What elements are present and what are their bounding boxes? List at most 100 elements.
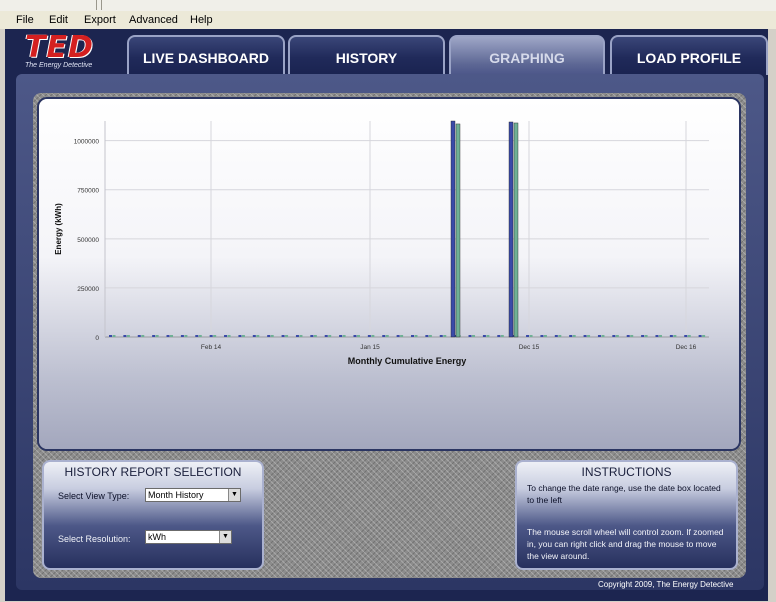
x-axis-title: Monthly Cumulative Energy xyxy=(348,356,467,366)
bar-baseline-series1 xyxy=(641,335,645,337)
tab-load-profile[interactable]: LOAD PROFILE xyxy=(610,35,768,75)
bar-baseline-series1 xyxy=(583,335,587,337)
x-tick-label: Feb 14 xyxy=(201,344,222,351)
bar-baseline-series1 xyxy=(367,335,371,337)
bar-baseline-series1 xyxy=(411,335,414,337)
bar-baseline-series1 xyxy=(425,335,429,337)
tab-graphing[interactable]: GRAPHING xyxy=(449,35,605,76)
chevron-down-icon[interactable]: ▼ xyxy=(219,531,231,543)
menu-export[interactable]: Export xyxy=(84,14,116,26)
bar-baseline-series1 xyxy=(109,335,112,337)
bar-baseline-series1 xyxy=(137,335,141,337)
view-type-label: Select View Type: xyxy=(58,491,130,501)
resolution-value: kWh xyxy=(148,532,166,542)
bar-baseline-series2 xyxy=(356,335,360,337)
bar-spike-series2 xyxy=(455,123,461,338)
bar-baseline-series2 xyxy=(155,335,159,337)
bar-baseline-series1 xyxy=(353,335,357,337)
bar-spike-series1 xyxy=(508,121,514,338)
bar-baseline-series1 xyxy=(295,335,299,337)
chart-grid xyxy=(104,121,709,338)
y-tick-label: 0 xyxy=(95,335,99,342)
bar-baseline-series2 xyxy=(673,335,677,337)
instructions-text-date: To change the date range, use the date b… xyxy=(527,483,721,505)
bar-baseline-series2 xyxy=(601,335,605,337)
bar-baseline-series1 xyxy=(166,335,170,337)
x-tick-label: Jan 15 xyxy=(360,344,380,351)
history-report-panel: HISTORY REPORT SELECTION Select View Typ… xyxy=(42,460,264,570)
bar-baseline-series2 xyxy=(241,335,245,337)
bar-baseline-series1 xyxy=(482,335,486,337)
menu-help[interactable]: Help xyxy=(190,14,213,26)
chart-panel[interactable]: 0 250000 500000 750000 1000000 Feb 14 Jan 15 De… xyxy=(39,99,739,449)
instructions-text-zoom: The mouse scroll wheel will control zoom… xyxy=(527,527,724,561)
bar-baseline-series1 xyxy=(209,335,213,337)
bar-baseline-series1 xyxy=(238,335,242,337)
bar-baseline-series1 xyxy=(310,335,314,337)
bar-baseline-series2 xyxy=(486,335,490,337)
energy-chart[interactable]: 0 250000 500000 750000 1000000 Feb 14 Jan 15 De… xyxy=(39,99,739,449)
bar-baseline-series2 xyxy=(572,335,576,337)
bar-baseline-series2 xyxy=(702,335,706,337)
bar-baseline-series1 xyxy=(698,335,702,337)
bar-baseline-series1 xyxy=(195,335,199,337)
bar-baseline-series2 xyxy=(472,335,476,337)
bar-baseline-series1 xyxy=(684,335,688,337)
bar-baseline-series2 xyxy=(270,335,274,337)
bar-baseline-series2 xyxy=(342,335,346,337)
bar-baseline-series1 xyxy=(655,335,659,337)
bar-baseline-series2 xyxy=(615,335,619,337)
menu-edit[interactable]: Edit xyxy=(49,14,68,26)
bar-baseline-series1 xyxy=(554,335,558,337)
bar-baseline-series2 xyxy=(658,335,662,337)
bar-baseline-series2 xyxy=(184,335,188,337)
y-tick-label: 500000 xyxy=(77,237,99,244)
menu-file[interactable]: File xyxy=(16,14,34,26)
bar-spike-series2 xyxy=(513,122,519,338)
bar-baseline-series2 xyxy=(126,335,130,337)
bar-baseline-series1 xyxy=(267,335,271,337)
window-strip-segment xyxy=(97,0,102,10)
bar-baseline-series1 xyxy=(252,335,256,337)
bar-baseline-series2 xyxy=(630,335,634,337)
bar-baseline-series1 xyxy=(339,335,343,337)
menu-advanced[interactable]: Advanced xyxy=(129,14,178,26)
ted-logo: TED The Energy Detective xyxy=(11,30,119,74)
resolution-label: Select Resolution: xyxy=(58,534,131,544)
bar-baseline-series1 xyxy=(569,335,573,337)
bar-baseline-series2 xyxy=(558,335,562,337)
bar-spike-series1 xyxy=(450,120,456,338)
bar-baseline-series2 xyxy=(141,335,145,337)
history-panel-title: HISTORY REPORT SELECTION xyxy=(64,465,242,479)
bar-baseline-series2 xyxy=(198,335,202,337)
bar-baseline-series2 xyxy=(443,335,447,337)
bar-baseline-series1 xyxy=(396,335,400,337)
bar-baseline-series2 xyxy=(313,335,317,337)
bar-baseline-series2 xyxy=(644,335,648,337)
bar-baseline-series1 xyxy=(180,335,184,337)
copyright-text: Copyright 2009, The Energy Detective xyxy=(598,580,734,589)
y-tick-label: 750000 xyxy=(77,188,99,195)
view-type-value: Month History xyxy=(148,490,204,500)
bar-baseline-series2 xyxy=(170,335,174,337)
bar-baseline-series2 xyxy=(285,335,289,337)
bar-baseline-series1 xyxy=(152,335,156,337)
bar-baseline-series1 xyxy=(468,335,472,337)
instructions-panel: INSTRUCTIONS To change the date range, u… xyxy=(515,460,738,570)
bar-baseline-series1 xyxy=(324,335,328,337)
bar-baseline-series1 xyxy=(597,335,601,337)
tab-history[interactable]: HISTORY xyxy=(288,35,445,75)
logo-brand: TED xyxy=(25,30,94,65)
bar-baseline-series2 xyxy=(400,335,404,337)
bar-baseline-series2 xyxy=(371,335,375,337)
chevron-down-icon[interactable]: ▼ xyxy=(228,489,240,501)
bar-baseline-series2 xyxy=(428,335,432,337)
x-tick-label: Dec 16 xyxy=(676,344,697,351)
bar-baseline-series2 xyxy=(256,335,260,337)
bar-baseline-series1 xyxy=(626,335,630,337)
tab-live-dashboard[interactable]: LIVE DASHBOARD xyxy=(127,35,285,75)
resolution-select[interactable]: kWh ▼ xyxy=(145,530,232,544)
bar-baseline-series2 xyxy=(529,335,533,337)
view-type-select[interactable]: Month History ▼ xyxy=(145,488,241,502)
bar-baseline-series1 xyxy=(526,335,530,337)
